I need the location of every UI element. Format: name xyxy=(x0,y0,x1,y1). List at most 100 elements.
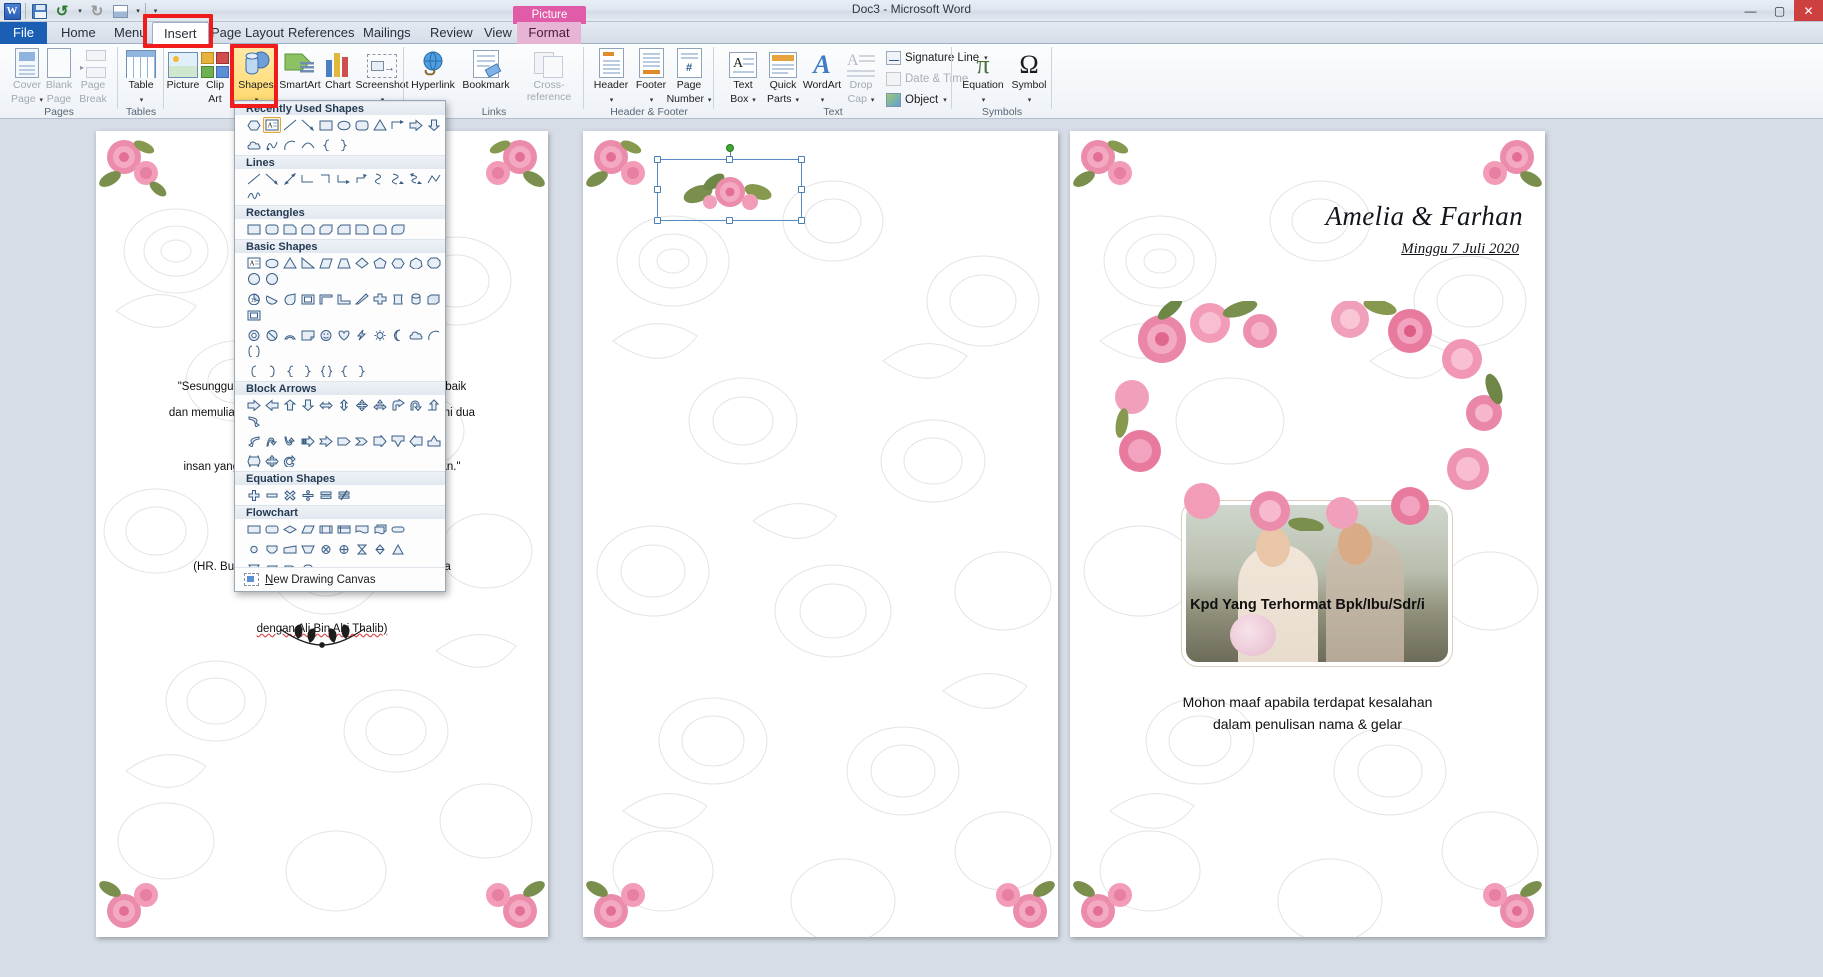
shape-chevron-arrow-icon[interactable] xyxy=(353,433,371,449)
shape-left-right-arrow-icon[interactable] xyxy=(317,397,335,413)
shape-snip-same-side-icon[interactable] xyxy=(299,221,317,237)
page-break-button[interactable]: ▸ Page Break xyxy=(68,46,118,105)
shape-plaque-icon[interactable] xyxy=(389,291,407,307)
shape-chord-icon[interactable] xyxy=(263,291,281,307)
clip-art-button[interactable]: Clip Art xyxy=(196,46,234,105)
resize-handle-bottom-left[interactable] xyxy=(654,217,661,224)
shape-rounded-rectangle-icon[interactable] xyxy=(353,117,371,133)
shape-curved-double-arrow-icon[interactable] xyxy=(407,171,425,187)
close-button[interactable]: ✕ xyxy=(1794,0,1823,21)
shape-cube-icon[interactable] xyxy=(425,291,443,307)
shape-oval-icon[interactable] xyxy=(263,255,281,271)
shape-elbow-arrow-connector-icon[interactable] xyxy=(389,117,407,133)
shape-striped-right-arrow-icon[interactable] xyxy=(299,433,317,449)
shape-elbow-connector-2-icon[interactable] xyxy=(317,171,335,187)
page-2[interactable] xyxy=(583,131,1058,937)
shape-flowchart-preparation-icon[interactable] xyxy=(263,541,281,557)
shape-pentagon-icon[interactable] xyxy=(371,255,389,271)
maximize-button[interactable]: ▢ xyxy=(1765,0,1794,21)
shape-half-frame-icon[interactable] xyxy=(317,291,335,307)
shape-rounded-rectangle-icon[interactable] xyxy=(263,221,281,237)
shape-flowchart-collate-icon[interactable] xyxy=(353,541,371,557)
smartart-button[interactable]: SmartArt xyxy=(276,46,324,92)
shape-oval-icon[interactable] xyxy=(335,117,353,133)
shape-round-single-corner-icon[interactable] xyxy=(353,221,371,237)
shape-double-brace-icon[interactable] xyxy=(317,363,335,379)
shape-flowchart-internal-storage-icon[interactable] xyxy=(335,521,353,537)
tab-file[interactable]: File xyxy=(0,22,47,44)
tab-menu[interactable]: Menu xyxy=(103,22,158,44)
shape-flowchart-multidocument-icon[interactable] xyxy=(371,521,389,537)
shape-elbow-double-arrow-icon[interactable] xyxy=(353,171,371,187)
resize-handle-bottom-right[interactable] xyxy=(798,217,805,224)
shape-curved-arrow-connector-icon[interactable] xyxy=(389,171,407,187)
shape-left-right-up-arrow-icon[interactable] xyxy=(371,397,389,413)
shape-arc-icon[interactable] xyxy=(281,137,299,153)
shape-flowchart-manual-input-icon[interactable] xyxy=(281,541,299,557)
shape-flowchart-terminator-icon[interactable] xyxy=(389,521,407,537)
shape-folded-corner-icon[interactable] xyxy=(299,327,317,343)
shape-cloud-icon[interactable] xyxy=(407,327,425,343)
shape-notched-right-arrow-icon[interactable] xyxy=(317,433,335,449)
shape-left-right-arrow-callout-icon[interactable] xyxy=(245,453,263,469)
shape-up-arrow-icon[interactable] xyxy=(281,397,299,413)
shape-right-arrow-icon[interactable] xyxy=(407,117,425,133)
shape-trapezoid-icon[interactable] xyxy=(335,255,353,271)
footer-dropdown-arrow[interactable]: ▾ xyxy=(649,94,654,107)
shape-double-bracket-icon[interactable] xyxy=(245,343,263,359)
tab-format[interactable]: Format xyxy=(517,22,581,44)
shape-bent-arrow-icon[interactable] xyxy=(389,397,407,413)
shape-u-turn-arrow-icon[interactable] xyxy=(407,397,425,413)
wordart-button[interactable]: A WordArt ▾ xyxy=(796,46,848,106)
shape-sun-icon[interactable] xyxy=(371,327,389,343)
resize-handle-top-right[interactable] xyxy=(798,156,805,163)
selected-image-frame[interactable] xyxy=(654,144,805,224)
shape-flowchart-or-icon[interactable] xyxy=(317,541,335,557)
new-drawing-canvas-item[interactable]: New Drawing Canvas xyxy=(235,567,445,591)
resize-handle-middle-left[interactable] xyxy=(654,186,661,193)
shape-decagon-icon[interactable] xyxy=(245,271,263,287)
shape-cross-icon[interactable] xyxy=(371,291,389,307)
bookmark-button[interactable]: Bookmark xyxy=(458,46,514,92)
equation-button[interactable]: π Equation ▾ xyxy=(958,46,1008,106)
shape-line-arrow-icon[interactable] xyxy=(263,171,281,187)
resize-handle-top-left[interactable] xyxy=(654,156,661,163)
shape-flowchart-manual-operation-icon[interactable] xyxy=(299,541,317,557)
shape-right-arrow-icon[interactable] xyxy=(245,397,263,413)
shape-text-box-icon[interactable]: A xyxy=(245,255,263,271)
shape-moon-icon[interactable] xyxy=(389,327,407,343)
shape-right-brace-icon[interactable] xyxy=(335,137,353,153)
shape-snip-diagonal-icon[interactable] xyxy=(317,221,335,237)
photo-with-floral-wreath[interactable] xyxy=(1110,301,1510,666)
shape-arc-icon[interactable] xyxy=(425,327,443,343)
shape-left-bracket-icon[interactable] xyxy=(245,363,263,379)
shape-snip-and-round-icon[interactable] xyxy=(335,221,353,237)
shape-down-arrow-icon[interactable] xyxy=(425,117,443,133)
shape-octagon-icon[interactable] xyxy=(425,255,443,271)
shape-snip-single-corner-icon[interactable] xyxy=(281,221,299,237)
symbol-dropdown-arrow[interactable]: ▾ xyxy=(1027,94,1032,107)
shape-flowchart-summing-junction-icon[interactable] xyxy=(335,541,353,557)
shape-flowchart-data-icon[interactable] xyxy=(299,521,317,537)
shape-up-down-arrow-icon[interactable] xyxy=(335,397,353,413)
wordart-dropdown-arrow[interactable]: ▾ xyxy=(820,94,825,107)
shape-teardrop-icon[interactable] xyxy=(281,291,299,307)
page-number-button[interactable]: # Page Number ▾ xyxy=(664,46,714,106)
shape-elbow-arrow-icon[interactable] xyxy=(335,171,353,187)
shape-left-arrow-icon[interactable] xyxy=(263,397,281,413)
shapes-dropdown-menu[interactable]: Recently Used Shapes A Lines Rectangles Basi… xyxy=(234,100,446,592)
shape-equal-sign-icon[interactable] xyxy=(317,487,335,503)
chart-button[interactable]: Chart xyxy=(318,46,358,92)
rotation-handle[interactable] xyxy=(725,144,734,152)
shape-left-brace-icon[interactable] xyxy=(281,363,299,379)
resize-handle-bottom-center[interactable] xyxy=(725,217,733,224)
shape-quad-arrow-icon[interactable] xyxy=(353,397,371,413)
shape-no-symbol-icon[interactable] xyxy=(263,327,281,343)
shape-smiley-face-icon[interactable] xyxy=(317,327,335,343)
shape-down-arrow-callout-icon[interactable] xyxy=(389,433,407,449)
shape-flowchart-connector-icon[interactable] xyxy=(245,541,263,557)
shape-not-equal-sign-icon[interactable] xyxy=(335,487,353,503)
shape-can-icon[interactable] xyxy=(407,291,425,307)
cross-reference-button[interactable]: Cross-reference xyxy=(512,46,586,103)
shape-line-double-arrow-icon[interactable] xyxy=(281,171,299,187)
